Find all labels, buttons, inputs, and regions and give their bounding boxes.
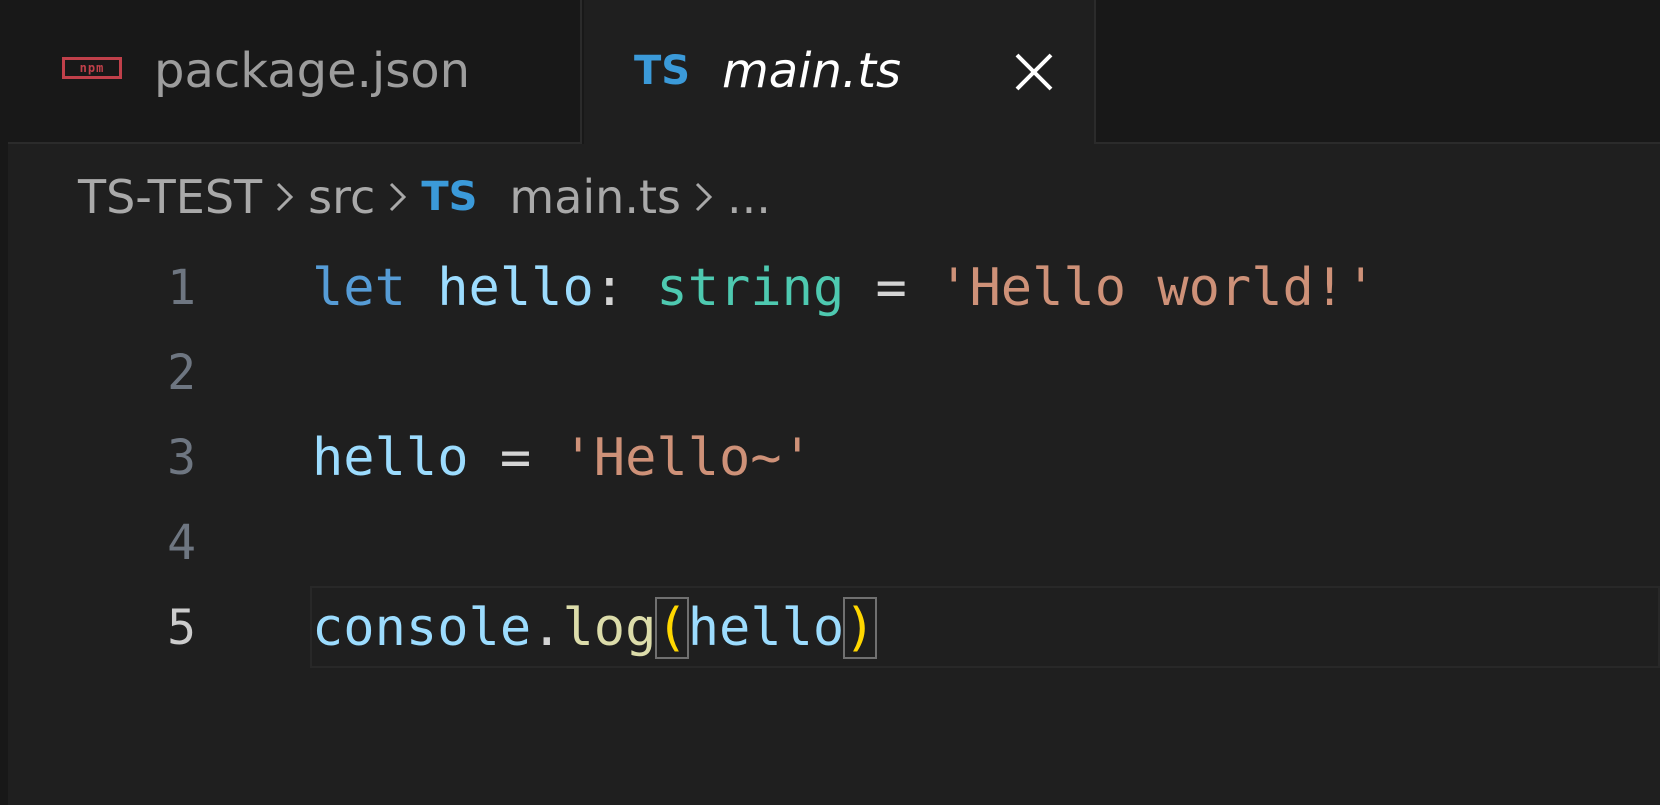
ts-icon: TS — [421, 174, 478, 220]
breadcrumb-symbols[interactable]: ... — [727, 170, 771, 224]
line-number: 4 — [167, 515, 196, 571]
code-line[interactable]: 4 — [0, 501, 1660, 586]
code-token-var: hello — [437, 258, 594, 318]
tab-bar-border — [1096, 142, 1660, 144]
chevron-right-icon — [681, 174, 727, 220]
code-token-op: : — [593, 258, 657, 318]
code-token-brace: ( — [655, 597, 689, 659]
breadcrumb-folder[interactable]: src — [308, 170, 375, 224]
code-text[interactable]: hello = 'Hello~' — [312, 422, 813, 494]
code-token-op: . — [531, 598, 563, 658]
code-token-fn: log — [562, 598, 657, 658]
code-token-op — [406, 258, 437, 318]
tab-label: package.json — [154, 43, 471, 99]
code-text[interactable]: console.log(hello) — [312, 592, 877, 664]
code-editor[interactable]: 1 let hello: string = 'Hello world!' 2 3… — [0, 246, 1660, 805]
code-token-op: = — [468, 428, 563, 488]
line-number: 5 — [167, 600, 196, 656]
line-number: 2 — [167, 345, 196, 401]
code-token-type: string — [656, 258, 845, 318]
code-text[interactable]: let hello: string = 'Hello world!' — [312, 252, 1376, 324]
code-line-current[interactable]: 5 console.log(hello) — [0, 586, 1660, 671]
code-token-var: hello — [687, 598, 845, 658]
ts-icon: TS — [634, 48, 691, 94]
chevron-right-icon — [262, 174, 308, 220]
chevron-right-icon — [375, 174, 421, 220]
tab-bar: npm package.json TS main.ts — [0, 0, 1660, 144]
code-token-var: console — [312, 598, 532, 658]
code-token-str: 'Hello world!' — [938, 258, 1377, 318]
code-token-brace: ) — [843, 597, 877, 659]
line-number: 1 — [167, 260, 196, 316]
breadcrumb: TS-TEST src TS main.ts ... — [78, 166, 771, 228]
line-number: 3 — [167, 430, 196, 486]
code-line[interactable]: 3 hello = 'Hello~' — [0, 416, 1660, 501]
editor-left-edge — [0, 0, 8, 805]
code-token-var: hello — [312, 428, 469, 488]
tab-main-ts[interactable]: TS main.ts — [584, 0, 1096, 144]
code-line[interactable]: 2 — [0, 331, 1660, 416]
close-icon[interactable] — [1010, 48, 1058, 96]
tab-package-json[interactable]: npm package.json — [8, 0, 582, 144]
breadcrumb-root[interactable]: TS-TEST — [78, 170, 262, 224]
breadcrumb-file[interactable]: main.ts — [509, 170, 681, 224]
npm-icon: npm — [62, 57, 122, 79]
tab-label: main.ts — [722, 43, 902, 99]
code-token-str: 'Hello~' — [562, 428, 813, 488]
code-line[interactable]: 1 let hello: string = 'Hello world!' — [0, 246, 1660, 331]
code-token-op: = — [844, 258, 939, 318]
code-token-kw: let — [312, 258, 406, 318]
